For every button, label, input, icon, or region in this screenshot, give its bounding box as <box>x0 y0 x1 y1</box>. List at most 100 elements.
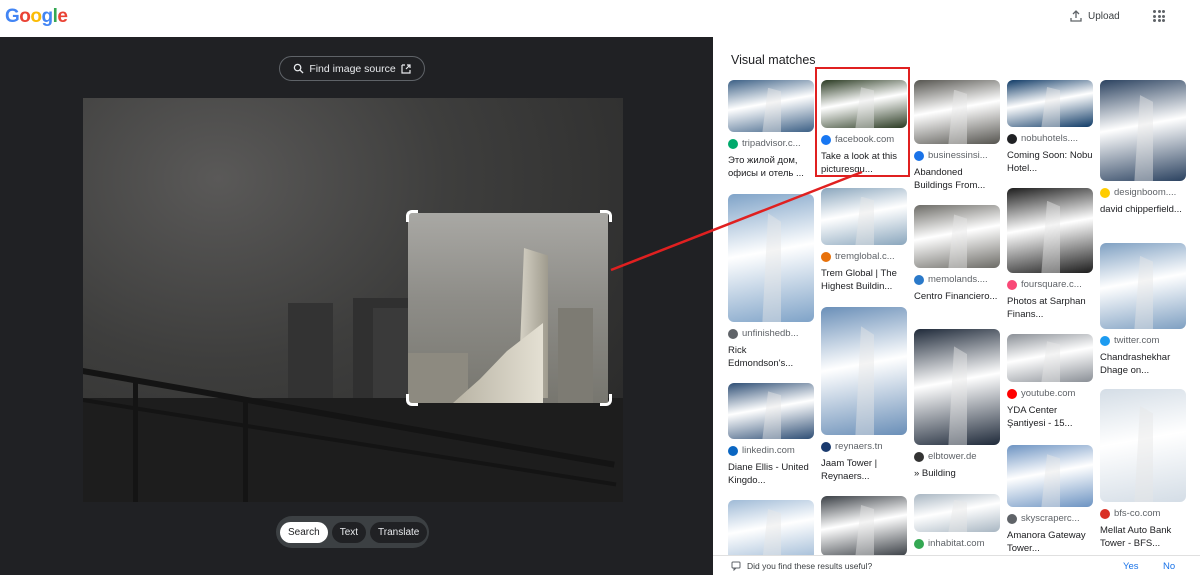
match-thumbnail[interactable] <box>1007 80 1093 127</box>
match-source[interactable]: twitter.com <box>1100 335 1186 346</box>
site-favicon-icon <box>728 328 738 339</box>
match-title[interactable]: Abandoned Buildings From... <box>914 166 1000 192</box>
match-source-label: facebook.com <box>835 134 895 145</box>
visual-match-card[interactable]: unfinishedb... Rick Edmondson's... <box>728 194 814 370</box>
match-source[interactable]: inhabitat.com <box>914 538 1000 549</box>
match-title[interactable]: Take a look at this picturesqu... <box>821 150 907 176</box>
match-source-label: inhabitat.com <box>928 538 985 549</box>
upload-button[interactable]: Upload <box>1070 10 1120 22</box>
feedback-yes-button[interactable]: Yes <box>1123 561 1139 572</box>
visual-match-card[interactable]: facebook.com Take a look at this pictures… <box>821 80 907 176</box>
match-title[interactable]: Coming Soon: Nobu Hotel... <box>1007 149 1093 175</box>
match-thumbnail[interactable] <box>728 500 814 560</box>
match-thumbnail[interactable] <box>914 329 1000 445</box>
match-source[interactable]: reynaers.tn <box>821 441 907 452</box>
visual-match-card[interactable] <box>821 496 907 556</box>
match-source-label: reynaers.tn <box>835 441 883 452</box>
visual-match-card[interactable]: inhabitat.com <box>914 494 1000 549</box>
match-source[interactable]: elbtower.de <box>914 451 1000 462</box>
match-title[interactable]: Photos at Sarphan Finans... <box>1007 295 1093 321</box>
match-thumbnail[interactable] <box>1100 389 1186 502</box>
match-thumbnail[interactable] <box>728 80 814 132</box>
feedback-no-button[interactable]: No <box>1163 561 1175 572</box>
match-thumbnail[interactable] <box>821 307 907 435</box>
match-thumbnail[interactable] <box>914 80 1000 144</box>
match-source[interactable]: unfinishedb... <box>728 328 814 339</box>
match-source[interactable]: bfs-co.com <box>1100 508 1186 519</box>
match-title[interactable]: Centro Financiero... <box>914 290 1000 303</box>
image-viewer-pane: Find image source Search Text Translate <box>0 37 713 575</box>
visual-match-card[interactable]: twitter.com Chandrashekhar Dhage on... <box>1100 243 1186 377</box>
match-source[interactable]: nobuhotels.... <box>1007 133 1093 144</box>
match-source-label: linkedin.com <box>742 445 795 456</box>
match-source-label: memolands.... <box>928 274 988 285</box>
site-favicon-icon <box>728 138 738 149</box>
visual-match-card[interactable]: tremglobal.c... Trem Global | The Highest… <box>821 188 907 293</box>
visual-match-card[interactable]: designboom.... david chipperfield... <box>1100 80 1186 216</box>
visual-match-card[interactable]: reynaers.tn Jaam Tower | Reynaers... <box>821 307 907 483</box>
text-mode-button[interactable]: Text <box>331 521 367 543</box>
match-source-label: foursquare.c... <box>1021 279 1082 290</box>
match-title[interactable]: » Building <box>914 467 1000 480</box>
visual-match-card[interactable]: tripadvisor.c... Это жилой дом, офисы и о… <box>728 80 814 180</box>
match-title[interactable]: Jaam Tower | Reynaers... <box>821 457 907 483</box>
site-favicon-icon <box>821 251 831 262</box>
match-thumbnail[interactable] <box>821 80 907 128</box>
match-title[interactable]: david chipperfield... <box>1100 203 1186 216</box>
match-source[interactable]: foursquare.c... <box>1007 279 1093 290</box>
match-title[interactable]: YDA Center Şantiyesi - 15... <box>1007 404 1093 430</box>
match-thumbnail[interactable] <box>821 188 907 245</box>
match-source[interactable]: tripadvisor.c... <box>728 138 814 149</box>
match-thumbnail[interactable] <box>1100 243 1186 329</box>
match-thumbnail[interactable] <box>1100 80 1186 181</box>
match-thumbnail[interactable] <box>914 205 1000 268</box>
match-title[interactable]: Mellat Auto Bank Tower - BFS... <box>1100 524 1186 550</box>
match-source-label: tremglobal.c... <box>835 251 895 262</box>
visual-match-card[interactable]: foursquare.c... Photos at Sarphan Finans.… <box>1007 188 1093 321</box>
match-thumbnail[interactable] <box>1007 445 1093 507</box>
match-source-label: tripadvisor.c... <box>742 138 801 149</box>
match-thumbnail[interactable] <box>914 494 1000 532</box>
visual-match-card[interactable]: businessinsi... Abandoned Buildings From.… <box>914 80 1000 192</box>
feedback-bar: Did you find these results useful? Yes N… <box>713 555 1200 575</box>
match-source[interactable]: linkedin.com <box>728 445 814 456</box>
match-title[interactable]: Это жилой дом, офисы и отель ... <box>728 154 814 180</box>
find-image-source-button[interactable]: Find image source <box>279 56 425 81</box>
match-source-label: nobuhotels.... <box>1021 133 1079 144</box>
match-thumbnail[interactable] <box>821 496 907 556</box>
match-source[interactable]: tremglobal.c... <box>821 251 907 262</box>
site-favicon-icon <box>1007 388 1017 399</box>
match-thumbnail[interactable] <box>1007 188 1093 273</box>
visual-match-card[interactable] <box>728 500 814 560</box>
match-source-label: bfs-co.com <box>1114 508 1161 519</box>
match-title[interactable]: Diane Ellis - United Kingdo... <box>728 461 814 487</box>
visual-match-card[interactable]: bfs-co.com Mellat Auto Bank Tower - BFS..… <box>1100 389 1186 550</box>
visual-match-card[interactable]: linkedin.com Diane Ellis - United Kingdo.… <box>728 383 814 487</box>
search-mode-button[interactable]: Search <box>280 521 328 543</box>
site-favicon-icon <box>1007 279 1017 290</box>
visual-match-card[interactable]: memolands.... Centro Financiero... <box>914 205 1000 303</box>
site-favicon-icon <box>914 274 924 285</box>
match-source[interactable]: facebook.com <box>821 134 907 145</box>
match-thumbnail[interactable] <box>728 194 814 322</box>
visual-match-card[interactable]: skyscraperc... Amanora Gateway Tower... <box>1007 445 1093 555</box>
match-source[interactable]: memolands.... <box>914 274 1000 285</box>
match-title[interactable]: Trem Global | The Highest Buildin... <box>821 267 907 293</box>
match-source[interactable]: skyscraperc... <box>1007 513 1093 524</box>
match-source[interactable]: youtube.com <box>1007 388 1093 399</box>
visual-match-card[interactable]: youtube.com YDA Center Şantiyesi - 15... <box>1007 334 1093 430</box>
visual-match-card[interactable]: nobuhotels.... Coming Soon: Nobu Hotel... <box>1007 80 1093 175</box>
match-thumbnail[interactable] <box>728 383 814 439</box>
site-favicon-icon <box>1100 335 1110 346</box>
google-logo[interactable]: Google <box>5 6 68 28</box>
match-source[interactable]: designboom.... <box>1100 187 1186 198</box>
selected-region <box>408 213 608 403</box>
match-title[interactable]: Amanora Gateway Tower... <box>1007 529 1093 555</box>
match-thumbnail[interactable] <box>1007 334 1093 382</box>
apps-grid-icon[interactable] <box>1153 10 1165 22</box>
match-title[interactable]: Rick Edmondson's... <box>728 344 814 370</box>
translate-mode-button[interactable]: Translate <box>370 521 428 543</box>
match-source[interactable]: businessinsi... <box>914 150 1000 161</box>
match-title[interactable]: Chandrashekhar Dhage on... <box>1100 351 1186 377</box>
visual-match-card[interactable]: elbtower.de » Building <box>914 329 1000 480</box>
